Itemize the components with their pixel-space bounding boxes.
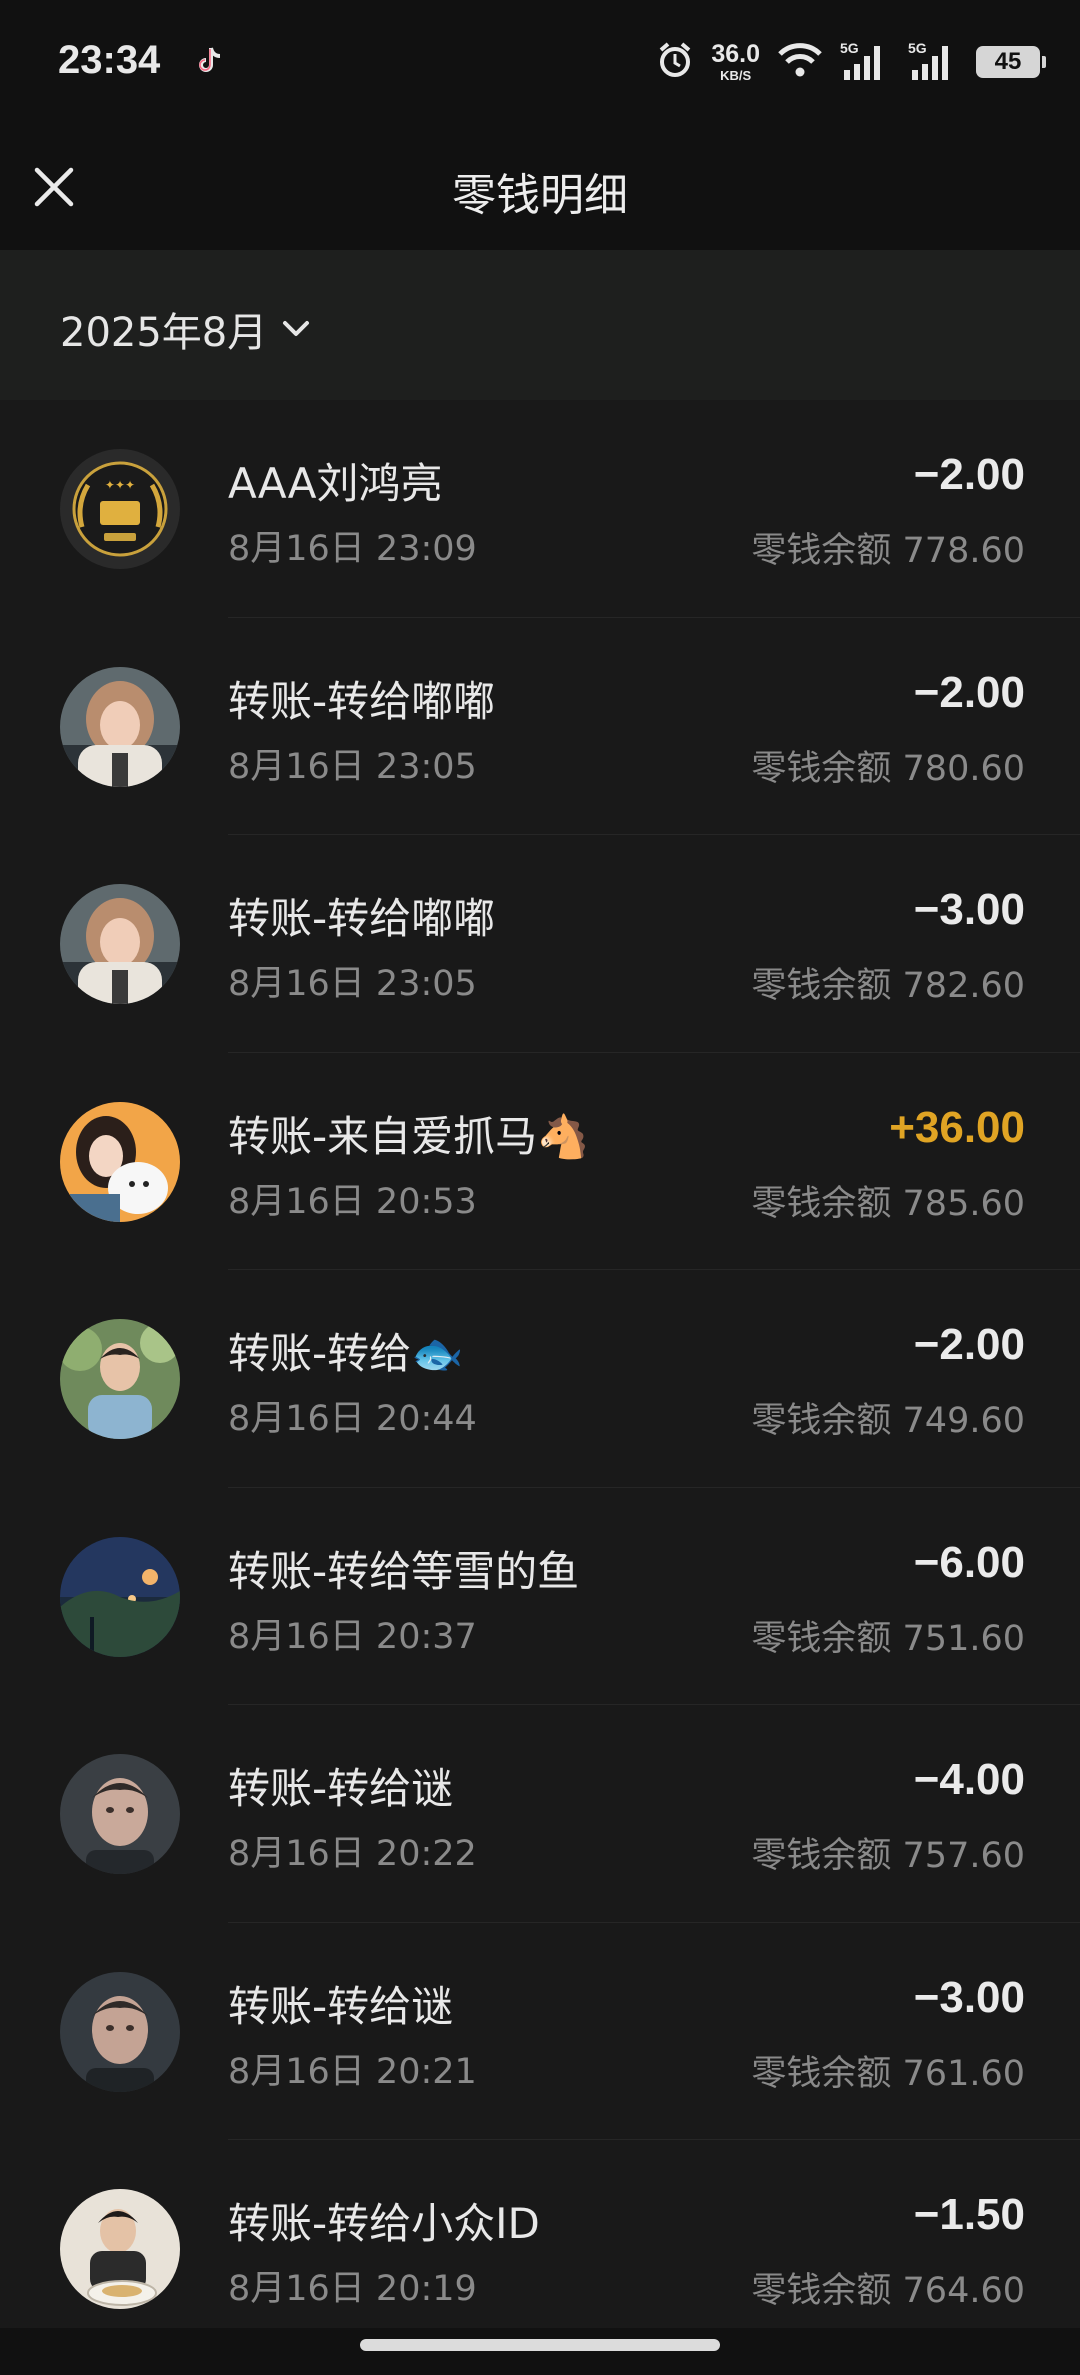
transaction-title: AAA刘鸿亮 xyxy=(228,459,443,508)
transaction-amount: −6.00 xyxy=(913,1537,1025,1587)
transaction-row[interactable]: 转账-转给嘟嘟 8月16日 23:05 −3.00 零钱余额 782.60 xyxy=(0,835,1080,1053)
avatar xyxy=(60,1101,180,1222)
nav-bar: 零钱明细 xyxy=(0,125,1080,250)
transaction-row[interactable]: 转账-转给🐟 8月16日 20:44 −2.00 零钱余额 749.60 xyxy=(0,1270,1080,1488)
transaction-amount: −3.00 xyxy=(913,885,1025,934)
transaction-title: 转账-转给嘟嘟 xyxy=(228,676,496,726)
transaction-amount: −2.00 xyxy=(913,450,1025,499)
transaction-row[interactable]: 转账-转给小众ID 8月16日 20:19 −1.50 零钱余额 764.60 xyxy=(0,2140,1080,2358)
page-title: 零钱明细 xyxy=(452,170,628,221)
transaction-row[interactable]: ✦✦✦ AAA刘鸿亮 8月16日 23:09 −2.00 零钱余额 778.60 xyxy=(0,400,1080,618)
alarm-icon xyxy=(655,40,695,84)
battery-indicator: 45 xyxy=(976,46,1046,78)
transaction-time: 8月16日 20:21 xyxy=(228,2051,477,2092)
transaction-list: ✦✦✦ AAA刘鸿亮 8月16日 23:09 −2.00 零钱余额 778.60… xyxy=(0,400,1080,2358)
avatar xyxy=(60,1971,180,2092)
status-bar: 23:34 36.0 KB/S 5G 5G 45 xyxy=(0,0,1080,125)
network-speed-unit: KB/S xyxy=(720,68,752,83)
transaction-time: 8月16日 20:22 xyxy=(228,1834,477,1874)
network-speed-value: 36.0 xyxy=(711,40,760,68)
transaction-balance: 零钱余额 751.60 xyxy=(751,1618,1025,1659)
avatar xyxy=(60,1754,180,1874)
status-time: 23:34 xyxy=(58,38,161,82)
wifi-icon xyxy=(776,40,824,84)
transaction-balance: 零钱余额 782.60 xyxy=(751,966,1025,1006)
transaction-time: 8月16日 20:19 xyxy=(228,2269,477,2309)
transaction-balance: 零钱余额 757.60 xyxy=(751,1836,1025,1876)
transaction-time: 8月16日 20:53 xyxy=(228,1181,477,1222)
transaction-amount: −3.00 xyxy=(913,1972,1025,2022)
transaction-row[interactable]: 转账-来自爱抓马🐴 8月16日 20:53 +36.00 零钱余额 785.60 xyxy=(0,1053,1080,1271)
transaction-amount: −2.00 xyxy=(913,1320,1025,1369)
avatar xyxy=(60,2189,180,2309)
signal-icon: 5G xyxy=(908,40,960,84)
transaction-title: 转账-转给谜 xyxy=(228,1981,454,2031)
transaction-balance: 零钱余额 749.60 xyxy=(751,1401,1025,1441)
transaction-row[interactable]: 转账-转给等雪的鱼 8月16日 20:37 −6.00 零钱余额 751.60 xyxy=(0,1488,1080,1706)
avatar xyxy=(60,666,180,787)
transaction-time: 8月16日 23:05 xyxy=(228,746,477,787)
transaction-amount: −4.00 xyxy=(913,1755,1025,1804)
transaction-amount: −2.00 xyxy=(913,667,1025,717)
signal-icon: 5G xyxy=(840,40,892,84)
avatar: ✦✦✦ xyxy=(60,449,180,569)
tiktok-icon xyxy=(192,44,226,78)
avatar xyxy=(60,1536,180,1657)
transaction-title: 转账-转给🐟 xyxy=(228,1329,464,1378)
transaction-title: 转账-转给嘟嘟 xyxy=(228,894,496,943)
transaction-balance: 零钱余额 764.60 xyxy=(751,2271,1025,2311)
transaction-title: 转账-转给等雪的鱼 xyxy=(228,1546,580,1596)
transaction-title: 转账-来自爱抓马🐴 xyxy=(228,1111,590,1161)
avatar xyxy=(60,1319,180,1439)
month-label: 2025年8月 xyxy=(60,310,268,356)
avatar xyxy=(60,884,180,1004)
transaction-time: 8月16日 20:44 xyxy=(228,1399,477,1439)
transaction-row[interactable]: 转账-转给谜 8月16日 20:22 −4.00 零钱余额 757.60 xyxy=(0,1705,1080,1923)
home-indicator[interactable] xyxy=(360,2339,720,2351)
transaction-balance: 零钱余额 780.60 xyxy=(751,748,1025,789)
transaction-amount: +36.00 xyxy=(889,1102,1025,1152)
chevron-down-icon xyxy=(283,321,310,336)
transaction-title: 转账-转给小众ID xyxy=(228,2199,540,2248)
transaction-row[interactable]: 转账-转给嘟嘟 8月16日 23:05 −2.00 零钱余额 780.60 xyxy=(0,618,1080,836)
transaction-row[interactable]: 转账-转给谜 8月16日 20:21 −3.00 零钱余额 761.60 xyxy=(0,1923,1080,2141)
transaction-title: 转账-转给谜 xyxy=(228,1764,454,1813)
month-filter-bar: 2025年8月 xyxy=(0,250,1080,400)
transaction-time: 8月16日 20:37 xyxy=(228,1616,477,1657)
transaction-balance: 零钱余额 761.60 xyxy=(751,2053,1025,2094)
gesture-bar-area xyxy=(0,2328,1080,2375)
month-picker[interactable]: 2025年8月 xyxy=(60,300,311,358)
svg-text:✦✦✦: ✦✦✦ xyxy=(105,478,135,492)
transaction-balance: 零钱余额 778.60 xyxy=(751,531,1025,571)
transaction-amount: −1.50 xyxy=(913,2190,1025,2239)
network-speed: 36.0 KB/S xyxy=(711,40,760,83)
transaction-time: 8月16日 23:05 xyxy=(228,964,477,1004)
transaction-balance: 零钱余额 785.60 xyxy=(751,1183,1025,1224)
transaction-time: 8月16日 23:09 xyxy=(228,529,477,569)
